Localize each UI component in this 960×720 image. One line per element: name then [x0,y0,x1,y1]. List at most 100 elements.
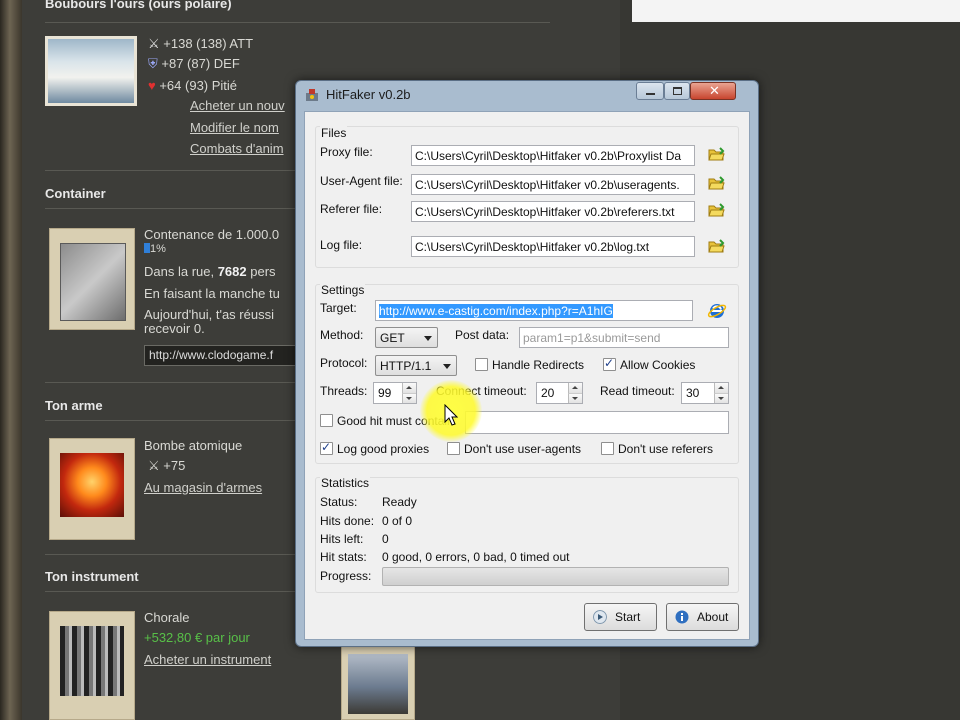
dont-use-referers-checkbox[interactable] [601,442,614,455]
status-label: Status: [320,495,358,509]
divider [45,22,550,23]
window-client-area: Files Proxy file: C:\Users\Cyril\Desktop… [304,111,750,640]
statistics-group-label: Statistics [320,476,371,490]
instrument-name: Chorale [144,610,190,625]
protocol-select[interactable]: HTTP/1.1 [375,355,457,376]
log-good-proxies-checkbox[interactable] [320,440,333,455]
street-count: Dans la rue, 7682 pers [144,264,276,279]
target-input[interactable]: http://www.e-castig.com/index.php?r=A1hI… [375,300,693,321]
weapon-shop-link[interactable]: Au magasin d'armes [144,480,262,495]
weapon-section-title: Ton arme [45,398,103,413]
post-data-label: Post data: [455,328,510,342]
referer-file-input[interactable]: C:\Users\Cyril\Desktop\Hitfaker v0.2b\re… [411,201,695,222]
att-stat: ⚔ +138 (138) ATT [148,36,254,51]
spin-down-icon[interactable] [714,393,728,403]
mouse-cursor-icon [444,404,458,426]
connect-timeout-spinner[interactable]: 20 [536,382,583,404]
divider [45,170,295,171]
good-hit-input[interactable] [465,411,729,434]
spin-up-icon[interactable] [714,383,728,393]
settings-group-label: Settings [320,283,366,297]
spin-down-icon[interactable] [402,393,416,403]
weapon-frame [49,438,135,540]
threads-label: Threads: [320,384,368,398]
buy-new-link[interactable]: Acheter un nouv [190,98,285,113]
animal-fights-link[interactable]: Combats d'anim [190,141,284,156]
choir-image [60,626,124,696]
polar-bear-image [45,36,137,106]
method-select[interactable]: GET [375,327,438,348]
log-file-label: Log file: [320,238,363,252]
internet-explorer-icon[interactable] [707,301,727,321]
hits-left-value: 0 [382,532,389,546]
building-image [348,654,408,714]
spin-up-icon[interactable] [402,383,416,393]
spin-up-icon[interactable] [568,383,582,393]
useragent-file-input[interactable]: C:\Users\Cyril\Desktop\Hitfaker v0.2b\us… [411,174,695,195]
dont-use-referers-label: Don't use referers [618,442,713,456]
divider [45,420,295,421]
close-icon: ✕ [709,83,720,98]
folder-open-icon[interactable] [708,239,725,254]
weapon-name: Bombe atomique [144,438,243,453]
chevron-down-icon [424,336,432,341]
read-timeout-label: Read timeout: [600,384,675,398]
read-timeout-spinner[interactable]: 30 [681,382,729,404]
allow-cookies-label: Allow Cookies [620,358,696,372]
swords-icon: ⚔ [148,458,160,473]
instrument-income: +532,80 € par jour [144,630,250,645]
spin-down-icon[interactable] [568,393,582,403]
info-icon [675,610,689,624]
instrument-section-title: Ton instrument [45,569,139,584]
instrument-frame [49,611,135,720]
folder-open-icon[interactable] [708,176,725,191]
proxy-file-input[interactable]: C:\Users\Cyril\Desktop\Hitfaker v0.2b\Pr… [411,145,695,166]
minimize-icon [646,93,655,95]
threads-spinner[interactable]: 99 [373,382,417,404]
hitfaker-window: HitFaker v0.2b ✕ Files Proxy file: C:\Us… [295,80,759,647]
play-icon [593,610,607,624]
container-section-title: Container [45,186,106,201]
post-data-input[interactable]: param1=p1&submit=send [519,327,729,348]
buy-instrument-link[interactable]: Acheter un instrument [144,652,271,667]
status-value: Ready [382,495,417,509]
handle-redirects-checkbox[interactable] [475,358,488,371]
close-button[interactable]: ✕ [690,82,736,100]
start-button[interactable]: Start [584,603,657,631]
log-file-input[interactable]: C:\Users\Cyril\Desktop\Hitfaker v0.2b\lo… [411,236,695,257]
dont-use-useragents-checkbox[interactable] [447,442,460,455]
hits-done-label: Hits done: [320,514,375,528]
begging-text: En faisant la manche tu [144,286,280,301]
hit-stats-value: 0 good, 0 errors, 0 bad, 0 timed out [382,550,570,564]
log-good-proxies-label: Log good proxies [337,442,430,456]
divider [45,591,295,592]
container-percent: 1% [144,243,166,255]
divider [45,382,295,383]
handle-redirects-label: Handle Redirects [492,358,585,372]
hit-stats-label: Hit stats: [320,550,367,564]
allow-cookies-checkbox[interactable] [603,356,616,371]
referer-file-label: Referer file: [320,202,383,216]
referral-url-input[interactable]: http://www.clodogame.f [144,345,296,366]
folder-open-icon[interactable] [708,147,725,162]
atomic-bomb-image [60,453,124,517]
chevron-down-icon [443,364,451,369]
container-capacity: Contenance de 1.000.0 [144,227,280,242]
app-icon [306,89,318,101]
progress-bar [382,567,729,586]
receive-text: recevoir 0. [144,321,205,336]
good-hit-checkbox[interactable] [320,414,333,427]
dont-use-useragents-label: Don't use user-agents [464,442,582,456]
minimize-button[interactable] [636,82,664,100]
progress-label: Progress: [320,569,372,583]
maximize-button[interactable] [664,82,690,100]
rename-link[interactable]: Modifier le nom [190,120,279,135]
hits-left-label: Hits left: [320,532,364,546]
def-stat: ⛨ +87 (87) DEF [148,56,240,71]
page-left-border [0,0,22,720]
folder-open-icon[interactable] [708,203,725,218]
divider [45,208,295,209]
window-title: HitFaker v0.2b [326,87,411,102]
about-button[interactable]: About [666,603,739,631]
useragent-file-label: User-Agent file: [320,174,403,188]
